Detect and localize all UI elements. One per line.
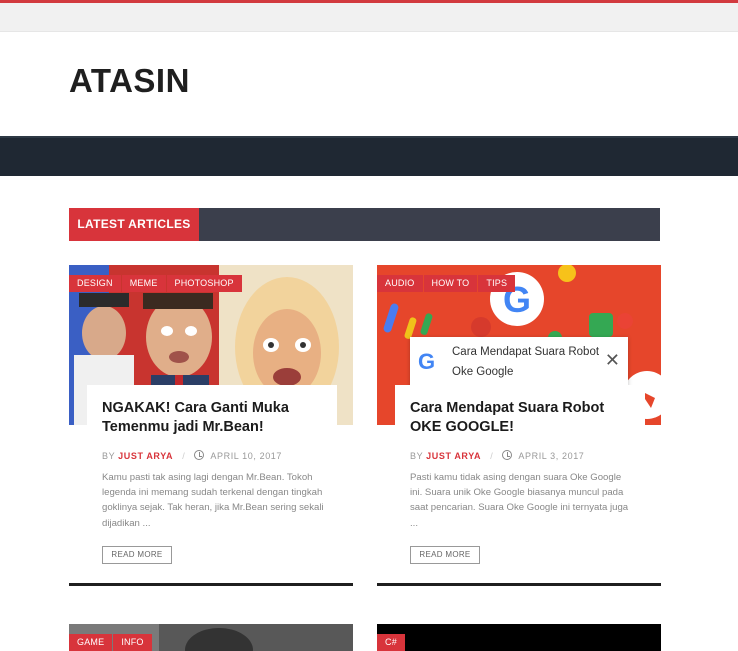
popup-text-line2: Oke Google — [452, 366, 514, 378]
site-logo[interactable]: ATASIN — [69, 62, 190, 100]
google-g-icon: G — [418, 349, 436, 374]
category-tag[interactable]: HOW TO — [423, 275, 478, 292]
category-tag[interactable]: TIPS — [478, 275, 516, 292]
read-more-button[interactable]: READ MORE — [410, 546, 480, 564]
google-search-popup: G Cara Mendapat Suara Robot Oke Google ✕ — [410, 337, 628, 387]
article-title[interactable]: Cara Mendapat Suara Robot OKE GOOGLE! — [410, 399, 630, 437]
article-meta: BY JUST ARYA / APRIL 3, 2017 — [410, 450, 585, 461]
close-icon: ✕ — [604, 350, 620, 370]
clock-icon — [502, 450, 513, 460]
popup-text-line1: Cara Mendapat Suara Robot — [452, 346, 600, 358]
article-excerpt: Kamu pasti tak asing lagi dengan Mr.Bean… — [102, 472, 324, 529]
read-more-button[interactable]: READ MORE — [102, 546, 172, 564]
article-title[interactable]: NGAKAK! Cara Ganti Muka Temenmu jadi Mr.… — [102, 399, 322, 437]
card-divider — [377, 583, 661, 586]
article-title-box: Cara Mendapat Suara Robot OKE GOOGLE! — [395, 385, 645, 457]
category-tag[interactable]: C# — [377, 634, 405, 651]
section-title: LATEST ARTICLES — [69, 208, 199, 241]
byline-label: BY — [410, 451, 424, 461]
clock-icon — [194, 450, 205, 460]
category-tag[interactable]: AUDIO — [377, 275, 423, 292]
main-navigation-bar — [0, 136, 738, 176]
byline-label: BY — [102, 451, 116, 461]
category-tag[interactable]: GAME — [69, 634, 113, 651]
article-excerpt: Pasti kamu tidak asing dengan suara Oke … — [410, 472, 629, 529]
category-tag[interactable]: DESIGN — [69, 275, 121, 292]
article-meta: BY JUST ARYA / APRIL 10, 2017 — [102, 450, 283, 461]
article-date: APRIL 3, 2017 — [518, 451, 585, 461]
article-thumbnail[interactable]: C# — [377, 624, 661, 651]
category-tag[interactable]: PHOTOSHOP — [166, 275, 242, 292]
author-link[interactable]: JUST ARYA — [426, 451, 481, 461]
article-thumbnail[interactable]: GAME INFO — [69, 624, 353, 651]
card-divider — [69, 583, 353, 586]
author-link[interactable]: JUST ARYA — [118, 451, 173, 461]
article-date: APRIL 10, 2017 — [210, 451, 283, 461]
top-bar — [0, 3, 738, 32]
article-title-box: NGAKAK! Cara Ganti Muka Temenmu jadi Mr.… — [87, 385, 337, 457]
category-tag[interactable]: INFO — [113, 634, 152, 651]
category-tag[interactable]: MEME — [121, 275, 166, 292]
section-header: LATEST ARTICLES — [69, 208, 660, 241]
